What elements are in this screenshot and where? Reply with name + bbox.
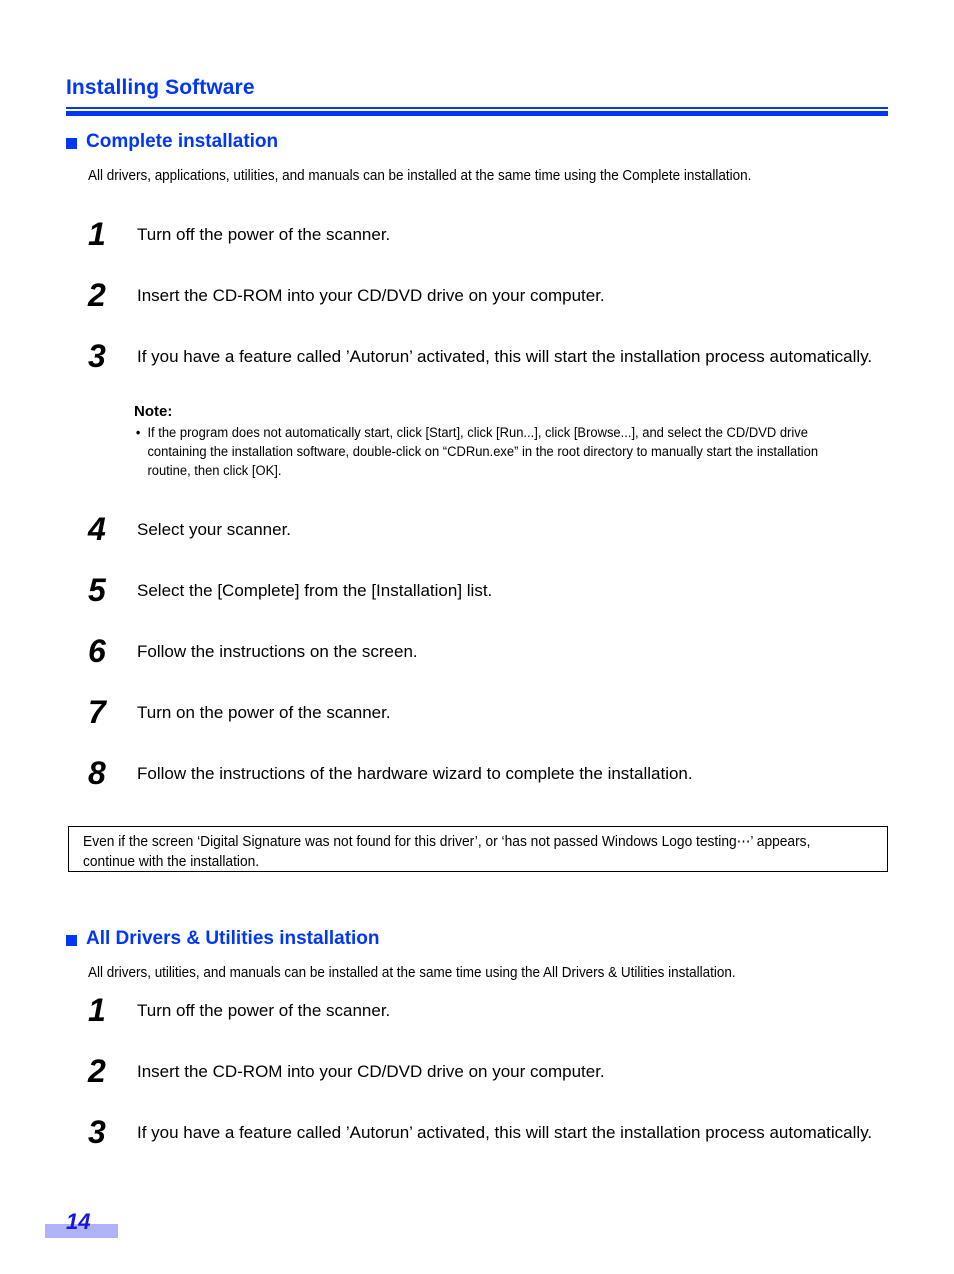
page-number: 14 <box>66 1209 91 1234</box>
step-item: 2 Insert the CD-ROM into your CD/DVD dri… <box>88 1055 892 1087</box>
step-number: 1 <box>88 216 106 252</box>
step-text: Turn off the power of the scanner. <box>137 1001 391 1020</box>
section-lead-paragraph: All drivers, utilities, and manuals can … <box>88 965 736 981</box>
step-text: Insert the CD-ROM into your CD/DVD drive… <box>137 1062 605 1081</box>
callout-box: Even if the screen ‘Digital Signature wa… <box>68 826 888 872</box>
step-number: 8 <box>88 755 106 791</box>
section-heading-all-drivers-utilities-installation: All Drivers & Utilities installation <box>66 928 380 950</box>
step-item: 7 Turn on the power of the scanner. <box>88 696 892 728</box>
step-text: Follow the instructions on the screen. <box>137 642 418 661</box>
section-title: All Drivers & Utilities installation <box>86 928 380 949</box>
page-title: Installing Software <box>66 76 255 99</box>
step-text: If you have a feature called ’Autorun’ a… <box>137 1123 873 1142</box>
step-text: Insert the CD-ROM into your CD/DVD drive… <box>137 286 605 305</box>
header-rule-thin <box>66 107 888 109</box>
note-list-item: • If the program does not automatically … <box>134 423 860 480</box>
note-title: Note: <box>134 403 173 420</box>
step-text: Select your scanner. <box>137 520 292 539</box>
callout-text: Even if the screen ‘Digital Signature wa… <box>83 834 811 870</box>
page: Installing Software Complete installatio… <box>0 0 954 1274</box>
step-number: 1 <box>88 992 106 1028</box>
step-number: 3 <box>88 1114 106 1150</box>
section-heading-complete-installation: Complete installation <box>66 131 278 153</box>
step-number: 5 <box>88 572 106 608</box>
step-item: 1 Turn off the power of the scanner. <box>88 994 892 1026</box>
step-text: Turn on the power of the scanner. <box>137 703 391 722</box>
note-item-text: If the program does not automatically st… <box>147 425 819 479</box>
step-item: 3 If you have a feature called ’Autorun’… <box>88 1116 892 1148</box>
section-lead-paragraph: All drivers, applications, utilities, an… <box>88 168 752 184</box>
step-item: 3 If you have a feature called ’Autorun’… <box>88 340 892 372</box>
step-item: 2 Insert the CD-ROM into your CD/DVD dri… <box>88 279 892 311</box>
step-number: 7 <box>88 694 106 730</box>
square-bullet-icon <box>66 137 77 149</box>
bullet-icon: • <box>135 425 141 440</box>
step-item: 6 Follow the instructions on the screen. <box>88 635 892 667</box>
step-item: 4 Select your scanner. <box>88 513 892 545</box>
section-title: Complete installation <box>86 131 279 152</box>
step-item: 8 Follow the instructions of the hardwar… <box>88 757 892 789</box>
step-number: 2 <box>88 277 106 313</box>
step-item: 1 Turn off the power of the scanner. <box>88 218 892 250</box>
step-text: Follow the instructions of the hardware … <box>137 764 693 783</box>
step-number: 6 <box>88 633 106 669</box>
step-number: 2 <box>88 1053 106 1089</box>
step-text: If you have a feature called ’Autorun’ a… <box>137 347 873 366</box>
square-bullet-icon <box>66 934 77 946</box>
header-rule-thick <box>66 111 888 116</box>
step-text: Select the [Complete] from the [Installa… <box>137 581 493 600</box>
step-number: 3 <box>88 338 106 374</box>
note-block: Note: • If the program does not automati… <box>134 403 890 480</box>
step-number: 4 <box>88 511 106 547</box>
step-text: Turn off the power of the scanner. <box>137 225 391 244</box>
step-item: 5 Select the [Complete] from the [Instal… <box>88 574 892 606</box>
